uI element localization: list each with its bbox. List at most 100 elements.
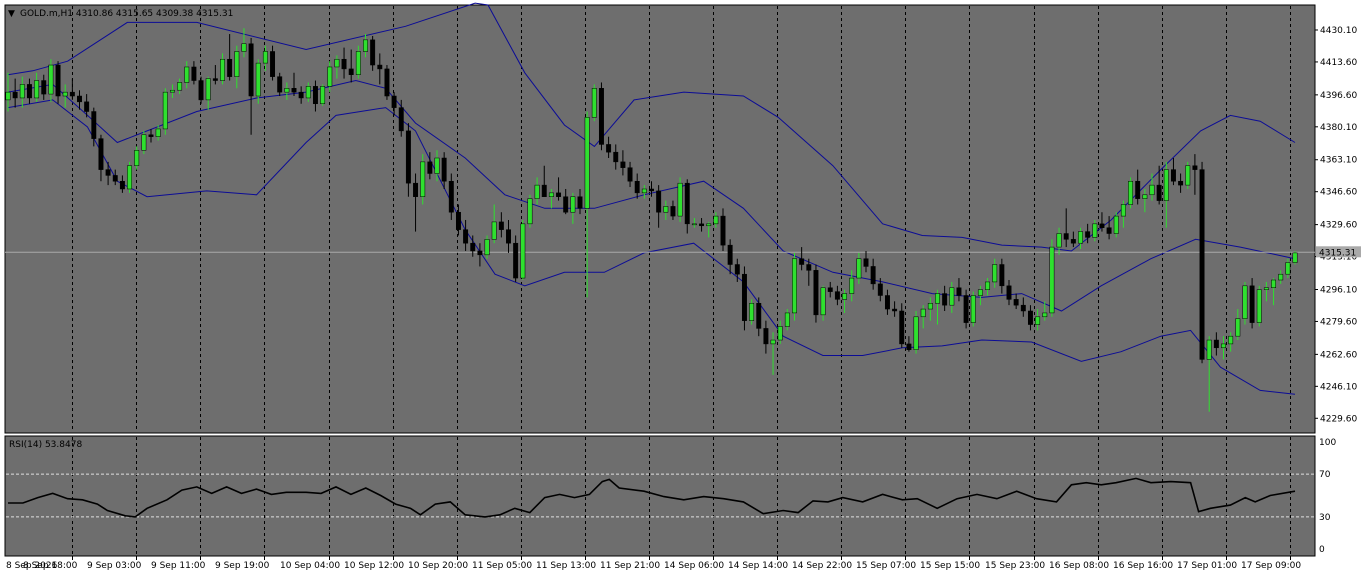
candle-body-bull	[1263, 287, 1269, 290]
candle	[420, 154, 426, 205]
rsi-scale-label: 30	[1319, 513, 1331, 523]
candle-body-bear	[1156, 184, 1162, 201]
candle-body-bear	[119, 180, 125, 190]
candle-body-bear	[634, 180, 640, 194]
candle-body-bull	[985, 281, 991, 290]
candle-body-bear	[899, 310, 905, 345]
candle-body-bear	[1249, 285, 1255, 323]
candle-body-bear	[670, 206, 676, 217]
price-tick-label: 4380.10	[1320, 123, 1357, 133]
candle-body-bull	[1049, 246, 1055, 314]
candle-body-bear	[684, 182, 690, 225]
candle-body-bear	[377, 64, 383, 70]
candle-body-bear	[892, 308, 898, 312]
candle	[162, 88, 168, 135]
candle-body-bear	[41, 80, 47, 95]
candle-body-bull	[1278, 273, 1284, 281]
candle	[1185, 161, 1191, 189]
candle-body-bear	[999, 264, 1005, 287]
candle-body-bull	[5, 91, 11, 101]
candle-body-bull	[1228, 335, 1234, 345]
time-tick-label: 14 Sep 14:00	[728, 561, 788, 571]
candle-body-bull	[1113, 215, 1119, 234]
candle	[1292, 250, 1298, 265]
candle	[749, 299, 755, 325]
title-arrow-icon[interactable]: ▼	[8, 9, 15, 19]
time-tick-label: 10 Sep 04:00	[280, 561, 340, 571]
candle-body-bull	[1292, 252, 1298, 263]
candle-body-bear	[427, 161, 433, 174]
price-tick-label: 4329.60	[1320, 221, 1357, 231]
time-tick-label: 15 Sep 07:00	[856, 561, 916, 571]
candle	[677, 177, 683, 222]
candle-body-bear	[1135, 180, 1141, 199]
candle	[741, 266, 747, 331]
candle-body-bear	[1013, 299, 1019, 306]
candle-body-bear	[870, 266, 876, 285]
candle	[198, 76, 204, 104]
candle-body-bear	[227, 58, 233, 77]
candle-body-bull	[534, 184, 540, 199]
candle-body-bear	[98, 138, 104, 170]
candle-body-bull	[641, 188, 647, 194]
candle-body-bear	[341, 58, 347, 70]
candle	[813, 264, 819, 323]
candle-body-bear	[649, 188, 654, 192]
candle-body-bear	[477, 250, 483, 256]
candle-body-bear	[1085, 231, 1091, 238]
candle-body-bear	[513, 242, 519, 279]
candle-body-bear	[348, 68, 354, 75]
candle-body-bear	[398, 107, 404, 132]
candle-body-bear	[556, 192, 562, 197]
candle-body-bull	[305, 86, 311, 99]
candle-body-bear	[1199, 169, 1205, 360]
candle-body-bull	[1128, 180, 1134, 205]
candle-body-bull	[992, 264, 998, 283]
candle-body-bear	[291, 88, 297, 93]
candle-body-bull	[949, 287, 955, 306]
price-tick-label: 4296.10	[1320, 285, 1357, 295]
candle-body-bull	[220, 58, 225, 81]
time-tick-label: 8 Sep 18:00	[23, 561, 78, 571]
candle-body-bear	[69, 91, 75, 97]
candle-body-bull	[913, 316, 919, 350]
candle-body-bull	[162, 91, 168, 130]
candle-body-bull	[320, 86, 326, 105]
candle-body-bull	[1206, 339, 1212, 360]
time-tick-label: 14 Sep 22:00	[792, 561, 852, 571]
candle-body-bull	[169, 89, 175, 93]
candle-body-bull	[842, 293, 848, 300]
price-tick-label: 4396.60	[1320, 91, 1357, 101]
candle-body-bear	[384, 68, 390, 97]
time-tick-label: 16 Sep 08:00	[1049, 561, 1109, 571]
candle-body-bull	[1163, 169, 1169, 201]
candle-body-bull	[284, 88, 290, 93]
candle-body-bull	[520, 223, 526, 279]
rsi-label: RSI(14) 53.8478	[9, 440, 82, 450]
candle	[1256, 285, 1262, 327]
candle-body-bear	[727, 244, 733, 265]
candle-body-bear	[963, 295, 969, 323]
candle-body-bear	[1006, 285, 1012, 300]
time-tick-label: 11 Sep 13:00	[536, 561, 596, 571]
candle-body-bear	[606, 144, 612, 153]
candle-body-bull	[1235, 318, 1241, 337]
candle-body-bear	[12, 91, 18, 99]
price-axis: 4430.10 4413.60 4396.60 4380.10 4363.10 4346.…	[1315, 26, 1361, 424]
candle-body-bear	[734, 264, 740, 275]
candle-body-bull	[784, 312, 790, 327]
candle-body-bear	[455, 211, 461, 230]
candle-body-bull	[234, 51, 240, 77]
candle-body-bull	[527, 198, 533, 225]
candle	[1249, 278, 1255, 329]
candle-body-bear	[956, 287, 962, 296]
candle	[520, 219, 526, 281]
candle-body-bull	[1035, 316, 1041, 325]
candle-body-bull	[1120, 204, 1126, 217]
candle-body-bear	[620, 161, 626, 168]
candle-body-bear	[1213, 339, 1219, 349]
candle-body-bear	[1192, 165, 1198, 170]
chart-header: ▼ GOLD.m,H1 4310.86 4315.65 4309.38 4315…	[8, 9, 233, 19]
candle-body-bear	[1106, 227, 1112, 234]
candle-body-bull	[1242, 285, 1248, 319]
